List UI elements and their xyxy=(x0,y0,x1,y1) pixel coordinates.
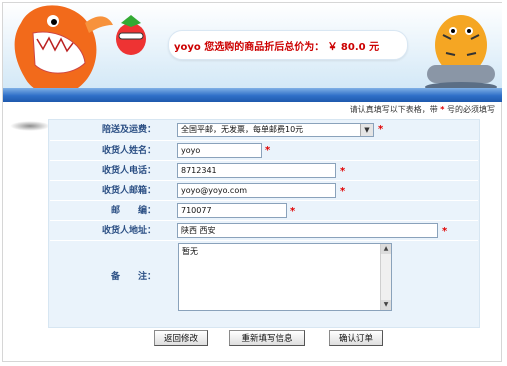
postcode-label: 邮 编： xyxy=(110,206,156,216)
fish-shadow xyxy=(10,121,50,131)
notice-star: * xyxy=(440,105,445,114)
row-divider xyxy=(50,200,478,201)
required-mark: * xyxy=(378,124,384,135)
blue-nav-bar xyxy=(3,88,502,102)
row-divider xyxy=(50,140,478,141)
refill-button[interactable]: 重新填写信息 xyxy=(229,330,305,346)
mascot-strawberry-icon xyxy=(116,15,146,55)
required-mark: * xyxy=(265,145,271,156)
price-value: ￥ 80.0 元 xyxy=(327,42,380,53)
required-mark: * xyxy=(340,166,346,177)
address-input[interactable]: 陕西 西安 xyxy=(177,223,438,238)
name-input[interactable]: yoyo xyxy=(177,143,262,158)
postcode-input[interactable]: 710077 xyxy=(177,203,287,218)
shipping-select[interactable]: 全国平邮，无发票，每单邮费10元 ▼ xyxy=(177,123,374,137)
row-divider xyxy=(50,220,478,221)
required-mark: * xyxy=(290,206,296,217)
phone-input[interactable]: 8712341 xyxy=(177,163,336,178)
price-label: yoyo 您选购的商品折后总价为： xyxy=(174,42,325,53)
scroll-up-icon[interactable]: ▲ xyxy=(381,244,391,254)
row-divider xyxy=(50,240,478,241)
remark-label: 备 注： xyxy=(110,272,156,282)
email-input[interactable]: yoyo@yoyo.com xyxy=(177,183,336,198)
notice-text-after: 号的必须填写 xyxy=(447,105,495,114)
back-button[interactable]: 返回修改 xyxy=(154,330,208,346)
row-divider xyxy=(50,180,478,181)
required-mark: * xyxy=(340,186,346,197)
shipping-select-value: 全国平邮，无发票，每单邮费10元 xyxy=(181,125,304,134)
email-label: 收货人邮箱： xyxy=(101,186,156,196)
price-summary: yoyo 您选购的商品折后总价为： ￥ 80.0 元 xyxy=(174,38,379,53)
required-mark: * xyxy=(442,226,448,237)
remark-textarea[interactable]: 暂无 ▲ ▼ xyxy=(178,243,392,311)
confirm-order-button[interactable]: 确认订单 xyxy=(329,330,383,346)
shipping-label: 陪送及运费： xyxy=(101,125,156,135)
mascot-tiger-icon xyxy=(425,15,497,92)
phone-label: 收货人电话： xyxy=(101,166,156,176)
name-label: 收货人姓名： xyxy=(101,146,156,156)
remark-text: 暂无 xyxy=(182,247,198,256)
notice-text-before: 请认真填写以下表格，带 xyxy=(349,105,438,114)
chevron-down-icon[interactable]: ▼ xyxy=(360,124,373,136)
address-label: 收货人地址： xyxy=(101,226,156,236)
row-divider xyxy=(50,160,478,161)
scroll-down-icon[interactable]: ▼ xyxy=(381,300,391,310)
required-notice: 请认真填写以下表格，带 * 号的必须填写 xyxy=(350,104,495,115)
textarea-scrollbar[interactable]: ▲ ▼ xyxy=(380,244,391,310)
